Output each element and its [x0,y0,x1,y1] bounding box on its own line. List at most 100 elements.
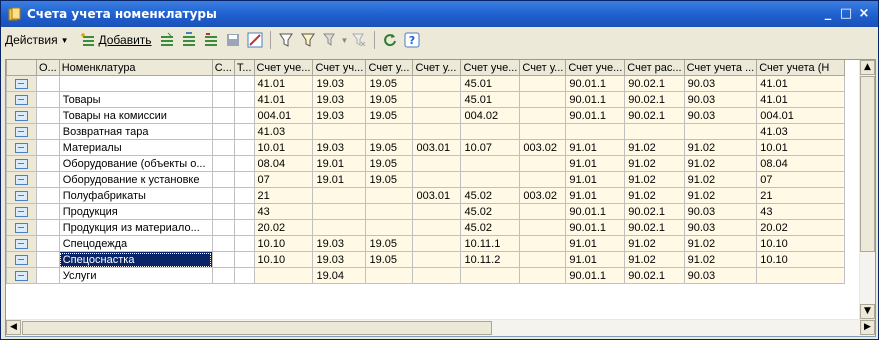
table-row[interactable]: Товары 41.01 19.03 19.05 45.01 90.01.1 90.02.1… [6,91,846,108]
account-cell[interactable] [412,171,462,188]
account-cell[interactable] [412,155,462,172]
table-row[interactable]: Услуги 19.04 90.01.1 90.02.1 90.03 [6,267,846,284]
empty-cell[interactable] [36,107,60,124]
account-cell[interactable]: 90.03 [683,203,758,220]
empty-cell[interactable] [233,107,255,124]
account-cell[interactable]: 90.02.1 [624,267,685,284]
account-cell[interactable]: 08.04 [756,155,846,172]
account-cell[interactable]: 91.01 [565,155,626,172]
empty-cell[interactable] [233,251,255,268]
empty-cell[interactable] [211,251,235,268]
account-cell[interactable] [412,219,462,236]
empty-cell[interactable] [36,267,60,284]
table-row[interactable]: Товары на комиссии 004.01 19.03 19.05 004.02… [6,107,846,124]
empty-cell[interactable] [36,251,60,268]
table-row[interactable]: Оборудование (объекты о... 08.04 19.01 19.0… [6,155,846,172]
empty-cell[interactable] [36,235,60,252]
empty-cell[interactable] [211,91,235,108]
account-cell[interactable]: 91.02 [683,155,758,172]
account-cell[interactable] [460,171,521,188]
account-cell[interactable]: 10.10 [253,235,314,252]
account-cell[interactable]: 90.01.1 [565,75,626,92]
account-cell[interactable] [519,171,567,188]
account-cell[interactable]: 08.04 [253,155,314,172]
empty-cell[interactable] [36,187,60,204]
account-cell[interactable] [519,251,567,268]
nomenclature-cell[interactable]: Оборудование (объекты о... [58,155,213,172]
account-cell[interactable] [519,219,567,236]
account-cell[interactable]: 07 [756,171,846,188]
nomenclature-cell[interactable]: Оборудование к установке [58,171,213,188]
account-cell[interactable]: 91.02 [683,187,758,204]
table-row[interactable]: Спецоснастка 10.10 19.03 19.05 10.11.2 91.01 9… [6,251,846,268]
account-cell[interactable]: 07 [253,171,314,188]
empty-cell[interactable] [233,155,255,172]
empty-cell[interactable] [233,203,255,220]
account-cell[interactable] [412,267,462,284]
account-cell[interactable]: 91.02 [683,235,758,252]
column-header[interactable]: Номенклатура [58,60,213,76]
copy-icon[interactable] [181,32,197,48]
empty-cell[interactable] [211,171,235,188]
account-cell[interactable]: 91.02 [624,155,685,172]
empty-cell[interactable] [211,107,235,124]
account-cell[interactable] [519,267,567,284]
account-cell[interactable]: 91.02 [624,251,685,268]
account-cell[interactable] [312,203,367,220]
column-header[interactable]: Счет уче... [565,60,626,76]
scroll-right-arrow-icon[interactable]: ▶ [860,320,875,335]
table-row[interactable]: Возвратная тара 41.03 41.03 [6,123,846,140]
column-header[interactable]: Счет у... [412,60,462,76]
account-cell[interactable]: 45.01 [460,75,521,92]
column-header[interactable]: Счет у... [519,60,567,76]
empty-cell[interactable] [233,123,255,140]
account-cell[interactable] [412,123,462,140]
account-cell[interactable]: 19.05 [365,139,414,156]
nomenclature-cell[interactable]: Возвратная тара [58,123,213,140]
column-header[interactable]: Счет уче... [460,60,521,76]
account-cell[interactable]: 41.01 [253,75,314,92]
account-cell[interactable] [519,155,567,172]
account-cell[interactable]: 45.02 [460,203,521,220]
edit-icon[interactable] [203,32,219,48]
account-cell[interactable]: 20.02 [756,219,846,236]
empty-cell[interactable] [233,91,255,108]
account-cell[interactable]: 43 [756,203,846,220]
account-cell[interactable]: 19.03 [312,251,367,268]
empty-cell[interactable] [233,267,255,284]
account-cell[interactable]: 20.02 [253,219,314,236]
column-header[interactable]: Счет у... [365,60,414,76]
account-cell[interactable]: 41.03 [253,123,314,140]
accounts-table[interactable]: О... Номенклатура С... Т... Счет уче... Счет … [5,59,876,337]
nomenclature-cell[interactable]: Продукция из материало... [58,219,213,236]
account-cell[interactable]: 90.01.1 [565,267,626,284]
account-cell[interactable]: 003.02 [519,187,567,204]
account-cell[interactable] [412,251,462,268]
account-cell[interactable]: 90.01.1 [565,91,626,108]
account-cell[interactable]: 90.03 [683,267,758,284]
account-cell[interactable]: 43 [253,203,314,220]
empty-cell[interactable] [211,139,235,156]
account-cell[interactable]: 19.05 [365,91,414,108]
clear-filter-icon[interactable] [351,32,367,48]
help-icon[interactable]: ? [404,32,420,48]
column-header[interactable]: Счет учета (Н [756,60,846,76]
account-cell[interactable]: 90.02.1 [624,91,685,108]
account-cell[interactable]: 19.03 [312,235,367,252]
account-cell[interactable]: 41.03 [756,123,846,140]
account-cell[interactable]: 90.03 [683,75,758,92]
account-cell[interactable]: 91.01 [565,235,626,252]
account-cell[interactable]: 19.03 [312,75,367,92]
account-cell[interactable] [412,235,462,252]
nomenclature-cell[interactable]: Услуги [58,267,213,284]
scroll-down-arrow-icon[interactable]: ▼ [860,304,875,319]
account-cell[interactable]: 19.05 [365,155,414,172]
account-cell[interactable]: 90.02.1 [624,107,685,124]
account-cell[interactable] [519,107,567,124]
account-cell[interactable]: 45.02 [460,187,521,204]
table-row[interactable]: Продукция из материало... 20.02 45.02 90.01… [6,219,846,236]
horizontal-scroll-thumb[interactable] [22,321,492,335]
account-cell[interactable]: 003.01 [412,139,462,156]
account-cell[interactable] [312,187,367,204]
column-header[interactable]: Счет уч... [312,60,367,76]
